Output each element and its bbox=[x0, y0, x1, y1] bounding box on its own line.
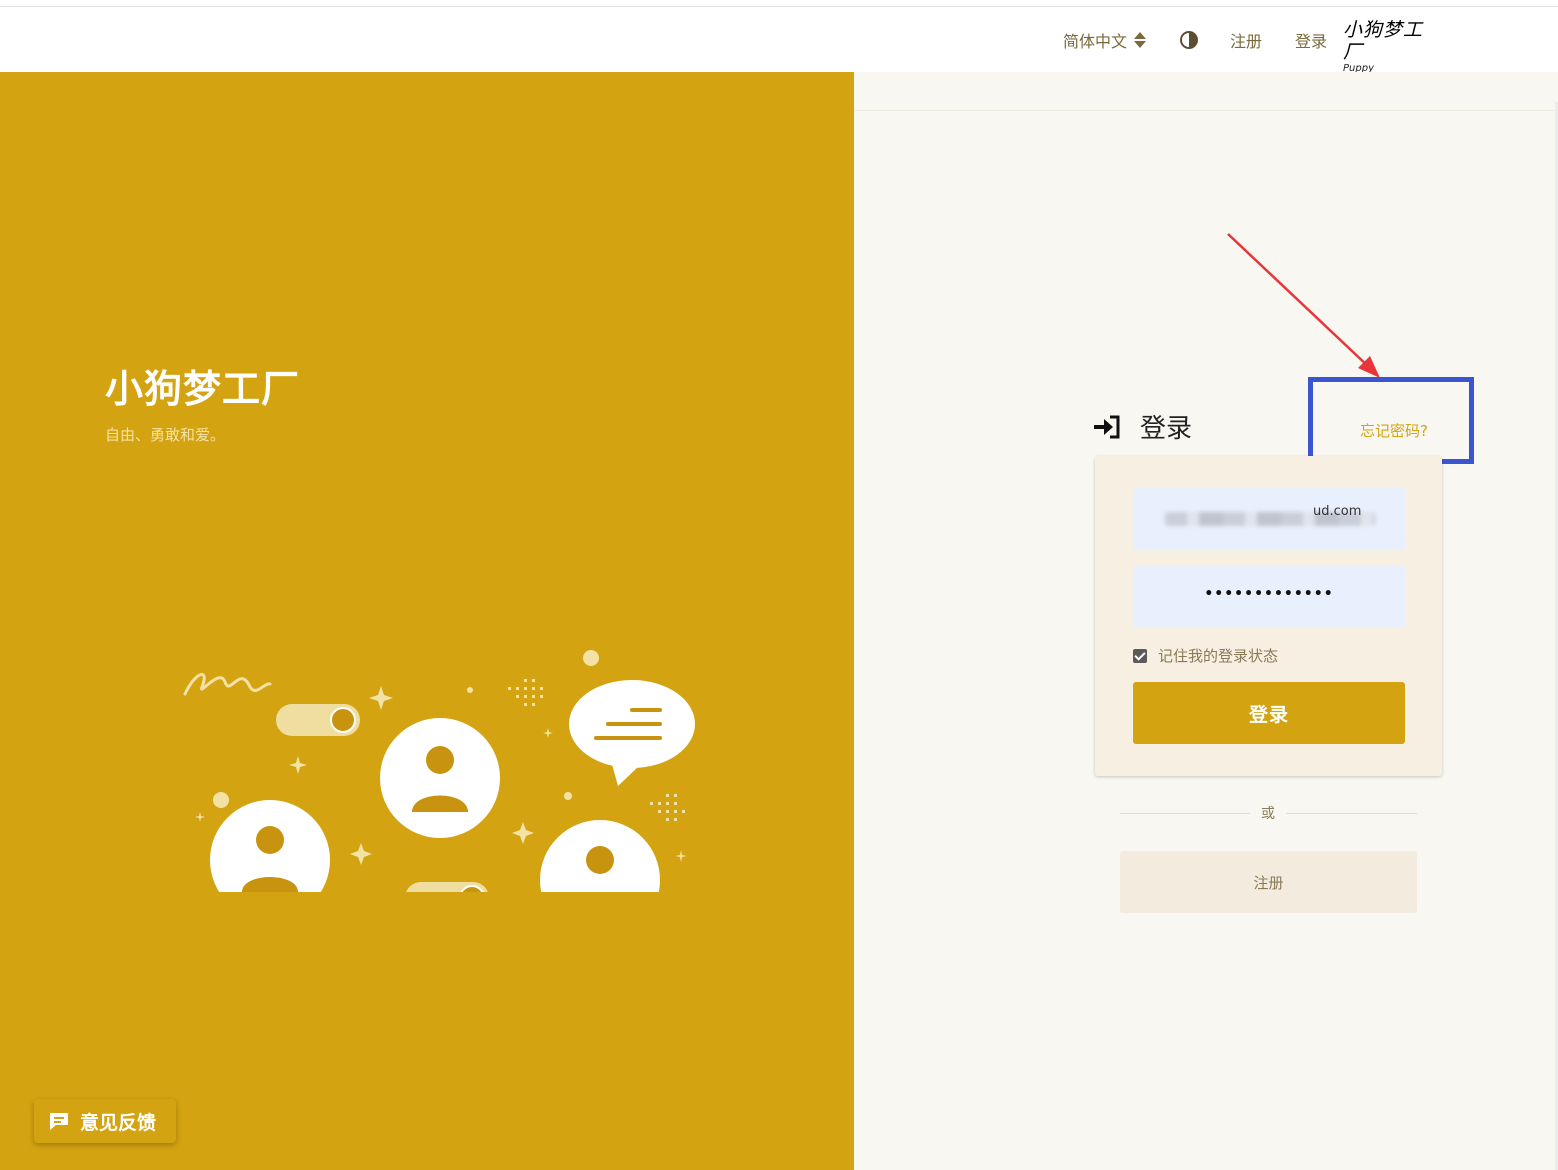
logo[interactable]: 小狗梦工厂 Puppy DreamWorks bbox=[1343, 19, 1425, 86]
chat-bubble-icon bbox=[569, 680, 695, 786]
squiggle-decoration bbox=[183, 673, 272, 696]
remember-label: 记住我的登录状态 bbox=[1158, 647, 1279, 665]
panel-divider bbox=[854, 110, 1558, 111]
remember-checkbox[interactable] bbox=[1133, 648, 1147, 663]
person-icon-right bbox=[540, 820, 660, 892]
contrast-icon bbox=[1180, 30, 1198, 49]
community-illustration bbox=[183, 650, 695, 892]
sort-icon bbox=[1134, 31, 1147, 48]
forgot-password-link[interactable]: 忘记密码? bbox=[1360, 420, 1428, 441]
email-visible-text: ud.com bbox=[1313, 504, 1362, 519]
password-input[interactable]: ••••••••••••• bbox=[1133, 566, 1405, 628]
language-label: 简体中文 bbox=[1063, 31, 1128, 51]
password-mask: ••••••••••••• bbox=[1204, 586, 1334, 602]
login-form: ud.com ••••••••••••• 记住我的登录状态 登录 bbox=[1095, 456, 1442, 776]
logo-main-text: 小狗梦工厂 bbox=[1343, 19, 1424, 63]
person-icon-center bbox=[380, 718, 500, 838]
brand-subtitle: 自由、勇敢和爱。 bbox=[105, 426, 226, 444]
brand-panel: 小狗梦工厂 自由、勇敢和爱。 意见反馈 bbox=[0, 72, 854, 1170]
login-heading: 登录 bbox=[1094, 408, 1192, 445]
brand-title: 小狗梦工厂 bbox=[105, 367, 301, 411]
theme-toggle[interactable] bbox=[1180, 7, 1198, 72]
feedback-label: 意见反馈 bbox=[80, 1111, 157, 1134]
feedback-icon bbox=[50, 1113, 68, 1130]
language-selector[interactable]: 简体中文 bbox=[1063, 7, 1147, 72]
or-divider-text: 或 bbox=[1250, 803, 1286, 823]
register-button[interactable]: 注册 bbox=[1120, 851, 1417, 913]
email-input[interactable]: ud.com bbox=[1133, 488, 1405, 550]
nav-login-link[interactable]: 登录 bbox=[1295, 7, 1327, 72]
sign-in-icon bbox=[1094, 415, 1120, 438]
login-title-text: 登录 bbox=[1140, 414, 1193, 444]
nav-register-link[interactable]: 注册 bbox=[1230, 7, 1262, 72]
remember-me[interactable]: 记住我的登录状态 bbox=[1133, 645, 1278, 666]
person-icon-left bbox=[210, 800, 330, 892]
feedback-button[interactable]: 意见反馈 bbox=[34, 1099, 176, 1143]
annotation-arrow bbox=[1227, 233, 1380, 378]
login-submit-button[interactable]: 登录 bbox=[1133, 682, 1405, 744]
top-header: 简体中文 注册 登录 小狗梦工厂 Puppy DreamWorks bbox=[0, 7, 1558, 86]
